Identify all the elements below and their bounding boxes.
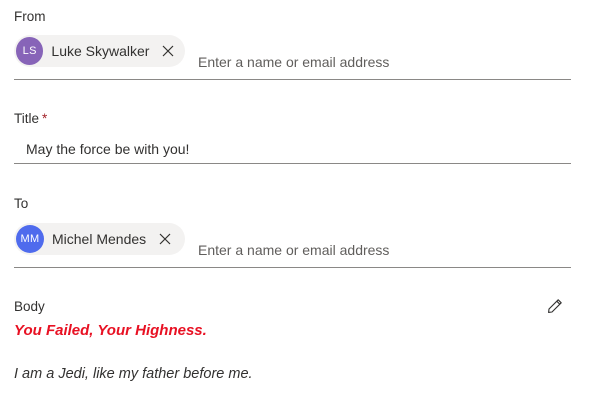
to-persona-name: Michel Mendes: [52, 231, 147, 247]
from-persona-name: Luke Skywalker: [51, 43, 150, 59]
from-persona-pill[interactable]: LS Luke Skywalker: [14, 35, 185, 67]
required-marker: *: [42, 111, 48, 126]
from-avatar: LS: [16, 37, 44, 65]
title-label-text: Title: [14, 111, 40, 126]
body-text: I am a Jedi, like my father before me.: [14, 366, 253, 382]
from-label: From: [14, 9, 46, 24]
body-heading: You Failed, Your Highness.: [14, 322, 207, 339]
to-people-picker[interactable]: MM Michel Mendes: [14, 223, 571, 268]
to-persona-pill[interactable]: MM Michel Mendes: [14, 223, 185, 255]
close-icon: [159, 233, 171, 245]
title-input[interactable]: [26, 139, 556, 159]
to-remove-button[interactable]: [154, 228, 176, 250]
title-field[interactable]: [14, 134, 571, 164]
pencil-icon: [548, 299, 562, 313]
to-label: To: [14, 196, 29, 211]
to-search-input[interactable]: [198, 239, 498, 261]
from-search-input[interactable]: [198, 51, 498, 73]
body-label: Body: [14, 299, 45, 314]
title-label: Title *: [14, 110, 47, 128]
to-avatar: MM: [16, 225, 44, 253]
edit-body-button[interactable]: [544, 295, 566, 317]
close-icon: [162, 45, 174, 57]
from-remove-button[interactable]: [157, 40, 179, 62]
from-people-picker[interactable]: LS Luke Skywalker: [14, 35, 571, 80]
